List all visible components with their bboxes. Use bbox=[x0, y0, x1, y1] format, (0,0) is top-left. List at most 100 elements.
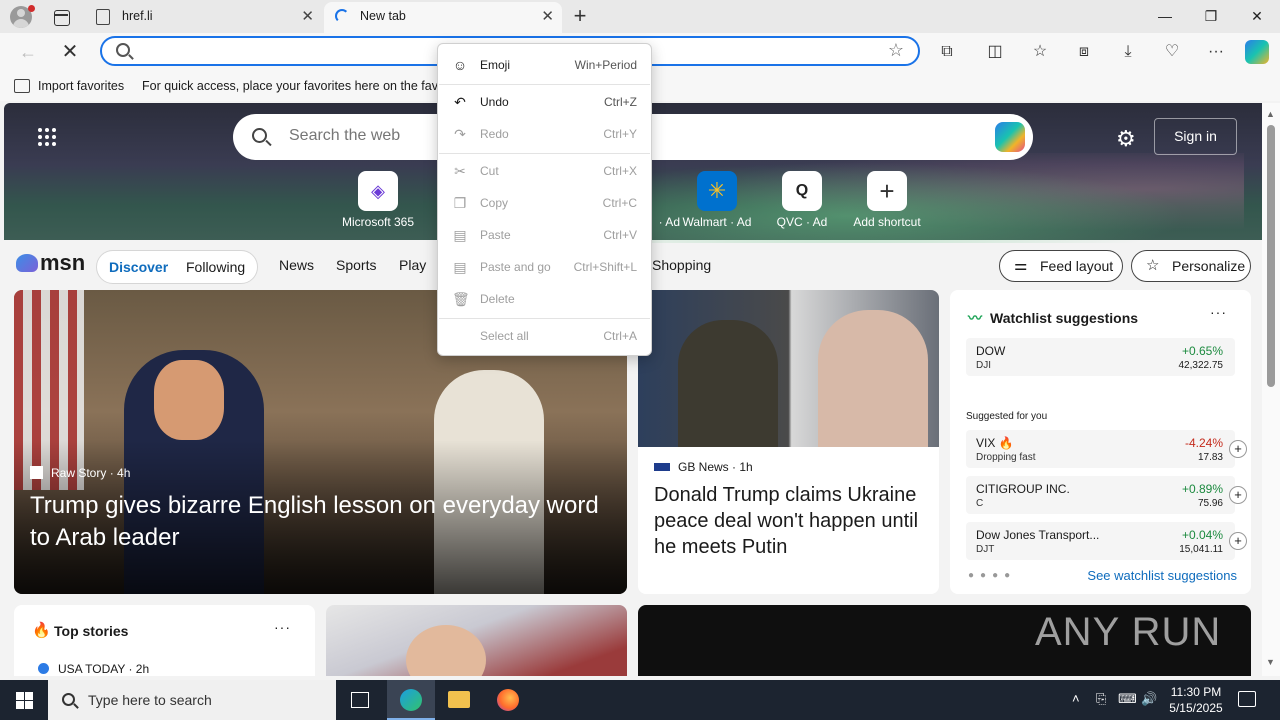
undo-icon: ↶ bbox=[454, 94, 466, 110]
stock-price: 15,041.11 bbox=[1179, 544, 1223, 555]
menu-separator bbox=[439, 318, 650, 319]
add-to-watchlist-icon[interactable]: + bbox=[1229, 440, 1247, 458]
more-options-icon[interactable]: ··· bbox=[1210, 304, 1227, 320]
category-sports[interactable]: Sports bbox=[336, 257, 376, 273]
favorites-icon[interactable]: ☆ bbox=[1027, 40, 1053, 64]
tab-discover[interactable]: Discover bbox=[109, 259, 168, 275]
category-news[interactable]: News bbox=[279, 257, 314, 273]
stock-price: 42,322.75 bbox=[1178, 360, 1224, 371]
favorites-bar-hint: For quick access, place your favorites h… bbox=[142, 79, 442, 93]
delete-icon: 🗑 bbox=[452, 291, 470, 307]
emoji-icon: ☺ bbox=[452, 57, 468, 73]
flame-icon: 🔥 bbox=[32, 622, 51, 639]
stock-row[interactable]: CITIGROUP INC. C +0.89% 75.96 + bbox=[966, 476, 1247, 514]
stock-row[interactable]: DOW DJI +0.65% 42,322.75 bbox=[966, 338, 1235, 376]
tab-close-icon[interactable]: ✕ bbox=[301, 2, 314, 31]
extensions-icon[interactable]: ⧉ bbox=[934, 40, 960, 64]
story-headline[interactable]: Donald Trump claims Ukraine peace deal w… bbox=[654, 482, 929, 560]
stop-loading-button[interactable]: ✕ bbox=[56, 39, 84, 65]
taskbar-edge[interactable] bbox=[387, 680, 435, 720]
add-to-watchlist-icon[interactable]: + bbox=[1229, 486, 1247, 504]
raw-story-logo-icon bbox=[30, 466, 43, 479]
top-stories-card: 🔥 Top stories ··· USA TODAY · 2h bbox=[14, 605, 315, 676]
clock-time: 11:30 PM bbox=[1170, 685, 1222, 699]
tray-overflow-icon[interactable]: ˄ bbox=[1072, 691, 1080, 706]
stock-change: +0.65% bbox=[1181, 344, 1223, 358]
app-launcher-icon[interactable] bbox=[38, 128, 58, 148]
new-tab-button[interactable]: + bbox=[568, 3, 592, 29]
network-icon[interactable]: ⌨ bbox=[1118, 691, 1137, 707]
story-source: USA TODAY · 2h bbox=[38, 662, 149, 676]
shortcut-microsoft365[interactable]: ◈ Microsoft 365 bbox=[333, 171, 423, 229]
personalize-button[interactable]: ☆ Personalize bbox=[1131, 250, 1251, 282]
watchlist-card: 〰 Watchlist suggestions ··· DOW DJI +0.65… bbox=[950, 290, 1251, 594]
browser-essentials-icon[interactable]: ♡ bbox=[1159, 40, 1185, 64]
gb-news-logo-icon bbox=[654, 463, 670, 471]
settings-gear-icon[interactable]: ⚙ bbox=[1116, 126, 1136, 152]
sign-in-button[interactable]: Sign in bbox=[1154, 118, 1237, 155]
watchlist-title: 〰 Watchlist suggestions bbox=[968, 310, 1139, 326]
story-source: GB News · 1h bbox=[654, 460, 753, 474]
tab-new-tab[interactable]: New tab ✕ bbox=[324, 2, 562, 33]
taskbar-firefox[interactable] bbox=[484, 680, 532, 720]
paste-icon: ▤ bbox=[453, 227, 467, 243]
shortcut-label: Microsoft 365 bbox=[341, 215, 415, 229]
stock-row[interactable]: VIX 🔥 Dropping fast -4.24% 17.83 + bbox=[966, 430, 1247, 468]
top-stories-title: Top stories bbox=[54, 623, 129, 639]
taskbar-search-placeholder: Type here to search bbox=[88, 692, 212, 708]
firefox-icon bbox=[497, 689, 519, 711]
microsoft365-icon: ◈ bbox=[358, 171, 398, 211]
loading-spinner-icon bbox=[335, 9, 349, 23]
import-favorites-link[interactable]: Import favorites bbox=[38, 71, 124, 101]
copilot-icon[interactable] bbox=[1245, 40, 1269, 64]
feed-layout-button[interactable]: ⚌ Feed layout bbox=[999, 250, 1123, 282]
stock-row[interactable]: Dow Jones Transport... DJT +0.04% 15,041… bbox=[966, 522, 1247, 560]
notification-center-icon[interactable] bbox=[1238, 691, 1256, 707]
maximize-button[interactable]: ❐ bbox=[1188, 0, 1234, 32]
close-window-button[interactable]: ✕ bbox=[1234, 0, 1280, 32]
add-to-watchlist-icon[interactable]: + bbox=[1229, 532, 1247, 550]
taskbar-clock[interactable]: 11:30 PM 5/15/2025 bbox=[1160, 684, 1232, 716]
story-card[interactable] bbox=[326, 605, 627, 676]
tab-actions-icon[interactable] bbox=[50, 6, 72, 28]
shortcut-add[interactable]: + Add shortcut bbox=[842, 171, 932, 229]
shortcut-label: Walmart · Ad bbox=[682, 215, 752, 229]
taskbar-search[interactable]: Type here to search bbox=[48, 680, 336, 720]
carousel-dots[interactable]: ●●●● bbox=[968, 570, 1016, 581]
more-menu-icon[interactable]: ··· bbox=[1203, 40, 1229, 64]
msn-logo[interactable]: msn bbox=[16, 250, 85, 276]
volume-icon[interactable]: 🔊 bbox=[1141, 691, 1157, 707]
category-play[interactable]: Play bbox=[399, 257, 426, 273]
category-shopping[interactable]: Shopping bbox=[652, 257, 711, 273]
scrollbar-thumb[interactable] bbox=[1267, 125, 1275, 387]
page-scrollbar[interactable]: ▲ ▼ bbox=[1262, 103, 1280, 676]
more-options-icon[interactable]: ··· bbox=[274, 619, 291, 635]
tab-hrefli[interactable]: href.li ✕ bbox=[86, 2, 322, 33]
scroll-up-icon[interactable]: ▲ bbox=[1266, 109, 1275, 119]
stock-price: 75.96 bbox=[1197, 498, 1223, 509]
story-headline[interactable]: Trump gives bizarre English lesson on ev… bbox=[30, 490, 620, 554]
copilot-icon[interactable] bbox=[995, 122, 1025, 152]
downloads-icon[interactable]: ⤓ bbox=[1115, 40, 1141, 64]
see-watchlist-link[interactable]: See watchlist suggestions bbox=[1087, 568, 1237, 583]
back-button[interactable]: ← bbox=[14, 39, 42, 65]
minimize-button[interactable]: — bbox=[1142, 0, 1188, 32]
story-card[interactable]: GB News · 1h Donald Trump claims Ukraine… bbox=[638, 290, 939, 594]
menu-item-undo[interactable]: ↶ Undo Ctrl+Z bbox=[438, 88, 651, 116]
tab-following[interactable]: Following bbox=[186, 259, 245, 275]
shortcut-qvc[interactable]: Q QVC · Ad bbox=[757, 171, 847, 229]
start-button[interactable] bbox=[0, 680, 48, 720]
shortcut-walmart[interactable]: ✳ Walmart · Ad bbox=[672, 171, 762, 229]
scroll-down-icon[interactable]: ▼ bbox=[1266, 657, 1275, 667]
cut-icon: ✂ bbox=[454, 163, 466, 179]
task-view-button[interactable] bbox=[336, 680, 384, 720]
taskbar-file-explorer[interactable] bbox=[435, 680, 483, 720]
tab-close-icon[interactable]: ✕ bbox=[541, 2, 554, 31]
collections-icon[interactable]: ⧈ bbox=[1071, 40, 1097, 64]
split-screen-icon[interactable]: ◫ bbox=[982, 40, 1008, 64]
stock-symbol: DJT bbox=[976, 544, 995, 555]
menu-item-emoji[interactable]: ☺ Emoji Win+Period bbox=[438, 51, 651, 79]
favorite-star-icon[interactable]: ☆ bbox=[888, 40, 904, 61]
search-icon bbox=[252, 128, 267, 143]
tray-device-icon[interactable]: ⎘ bbox=[1096, 691, 1106, 707]
